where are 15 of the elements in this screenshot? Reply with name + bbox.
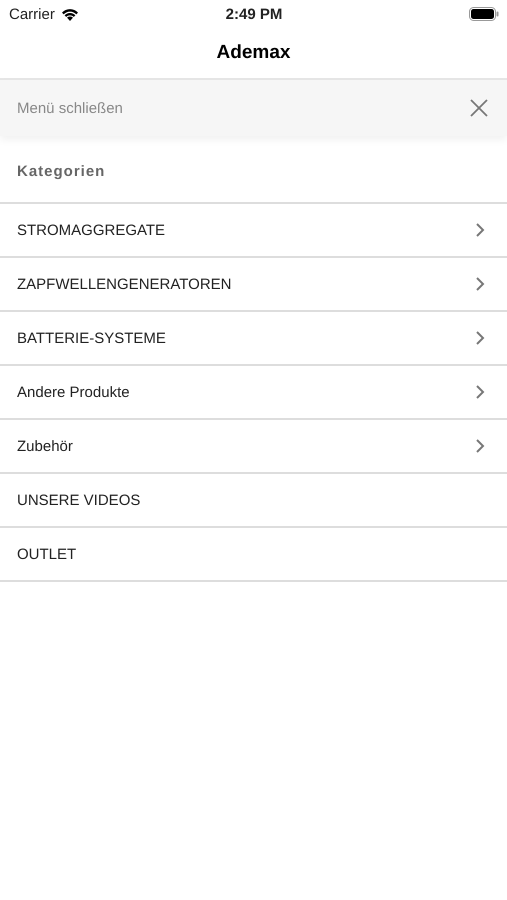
menu-item[interactable]: UNSERE VIDEOS [0,474,507,528]
app-title: Ademax [216,42,290,64]
carrier-label: Carrier [9,6,55,22]
wifi-icon [60,8,79,20]
status-time: 2:49 PM [226,6,282,22]
menu-item[interactable]: Andere Produkte [0,366,507,420]
menu-item[interactable]: BATTERIE-SYSTEME [0,312,507,366]
menu-item[interactable]: Zubehör [0,420,507,474]
menu-item[interactable]: ZAPFWELLENGENERATOREN [0,258,507,312]
battery-icon [468,7,499,21]
close-icon[interactable] [469,98,489,118]
menu-item[interactable]: STROMAGGREGATE [0,204,507,258]
menu-item[interactable]: OUTLET [0,528,507,582]
section-title: Kategorien [17,162,106,180]
close-menu-label: Menü schließen [17,100,123,116]
